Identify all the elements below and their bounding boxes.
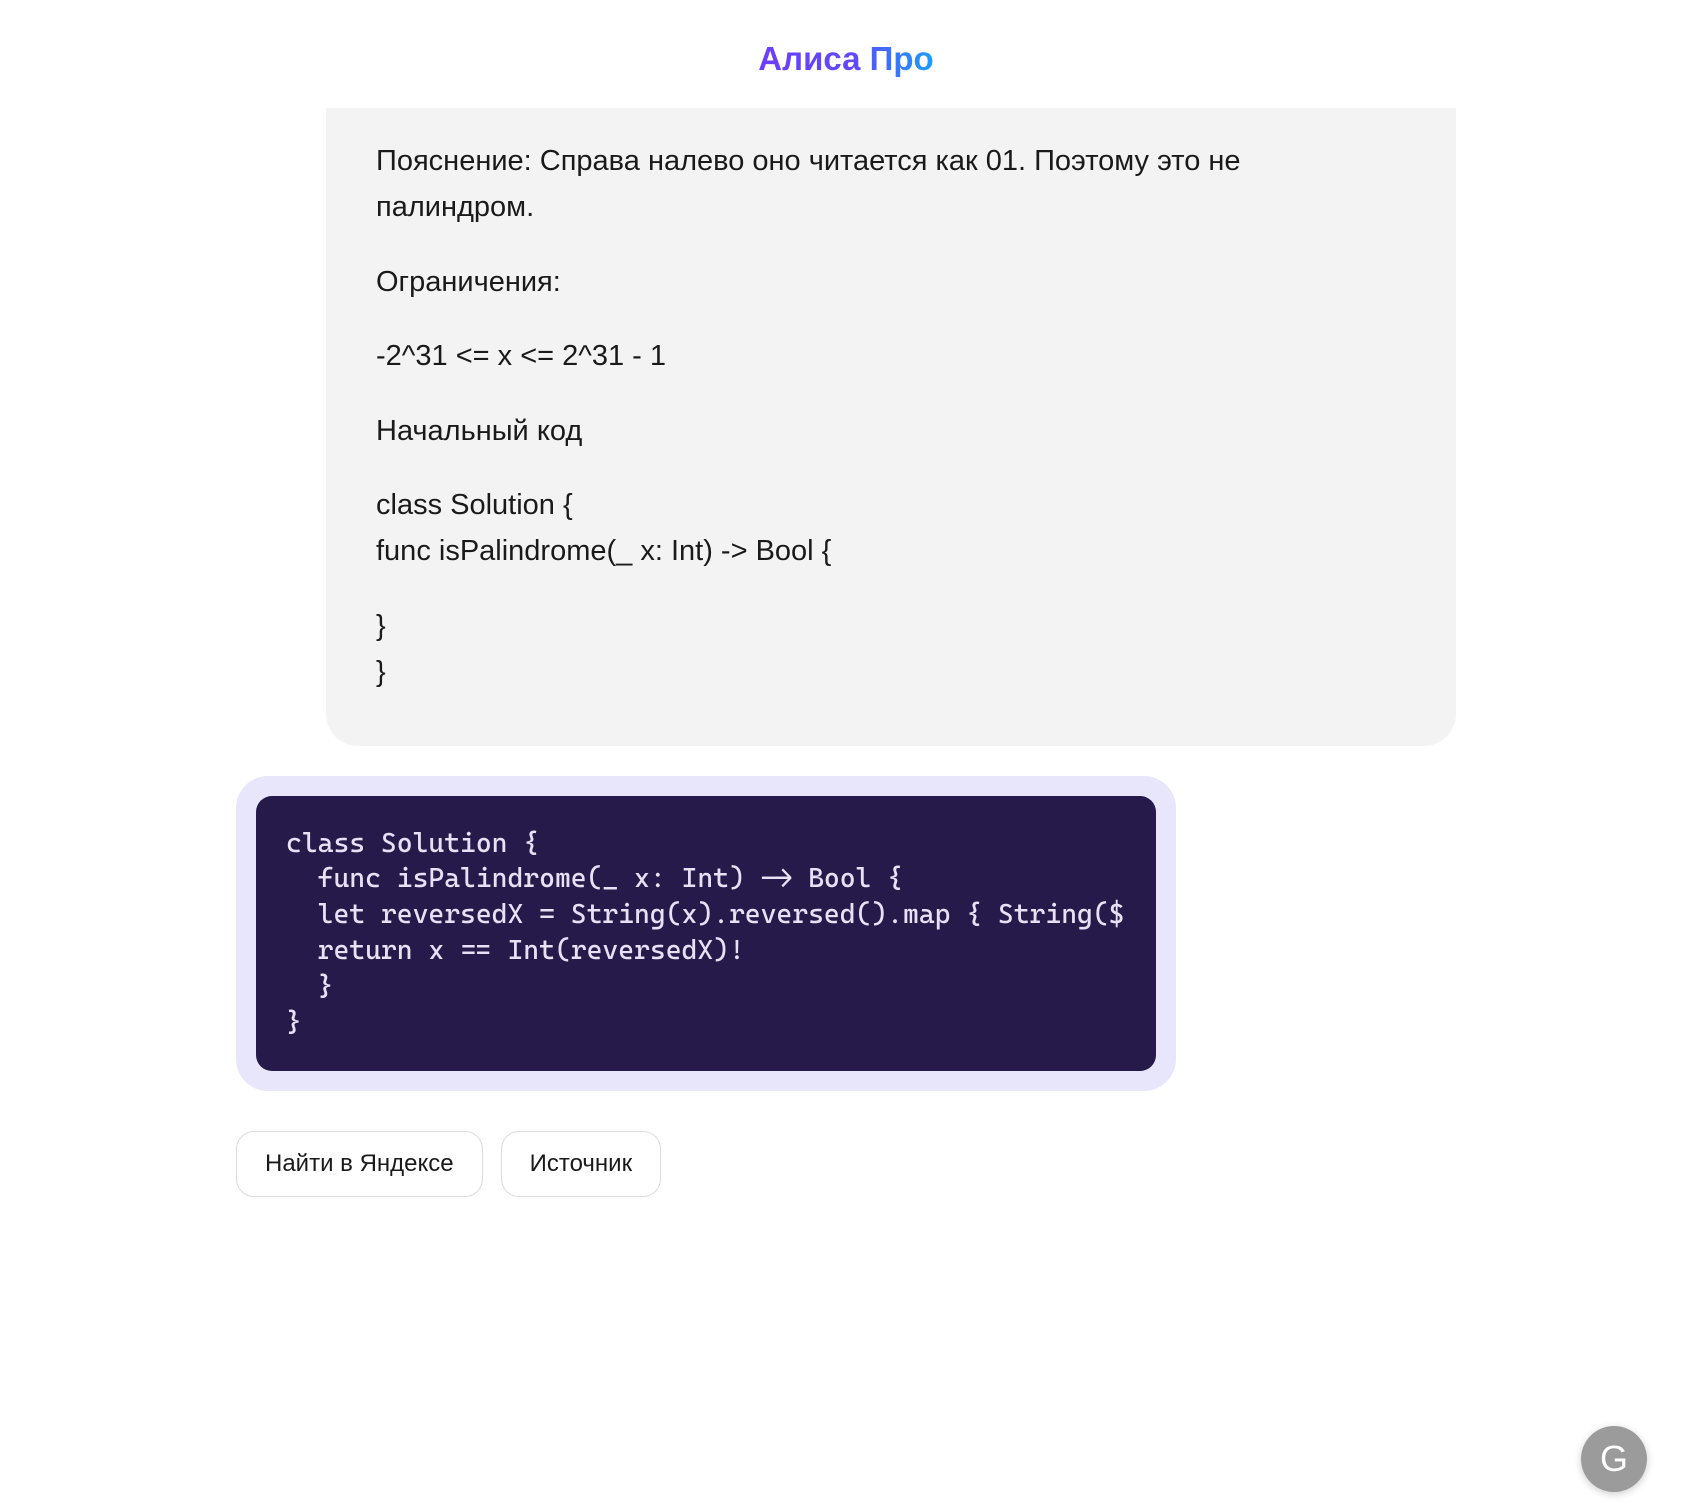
source-button[interactable]: Источник (501, 1131, 661, 1197)
code-content: class Solution { func isPalindrome(_ x: … (286, 826, 1126, 1041)
search-yandex-button[interactable]: Найти в Яндексе (236, 1131, 483, 1197)
grammarly-badge-icon[interactable]: G (1581, 1426, 1647, 1492)
user-text-line: -2^31 <= x <= 2^31 - 1 (376, 333, 1406, 379)
code-block: class Solution { func isPalindrome(_ x: … (256, 796, 1156, 1071)
app-title: Алиса Про (758, 40, 933, 78)
content: Пояснение: Справа налево оно читается ка… (136, 108, 1556, 1197)
app-title-part2: Про (870, 40, 934, 77)
user-text-line: Пояснение: Справа налево оно читается ка… (376, 138, 1406, 231)
user-text-line: class Solution {func isPalindrome(_ x: I… (376, 482, 1406, 575)
header: Алиса Про (0, 0, 1692, 108)
user-text-line: Начальный код (376, 408, 1406, 454)
user-message-bubble: Пояснение: Справа налево оно читается ка… (326, 108, 1456, 746)
assistant-message-bubble: class Solution { func isPalindrome(_ x: … (236, 776, 1176, 1091)
user-text-line: Ограничения: (376, 259, 1406, 305)
badge-letter: G (1600, 1441, 1628, 1477)
action-row: Найти в Яндексе Источник (236, 1131, 1456, 1197)
app-title-part1: Алиса (758, 40, 869, 77)
user-text-line: }} (376, 603, 1406, 696)
